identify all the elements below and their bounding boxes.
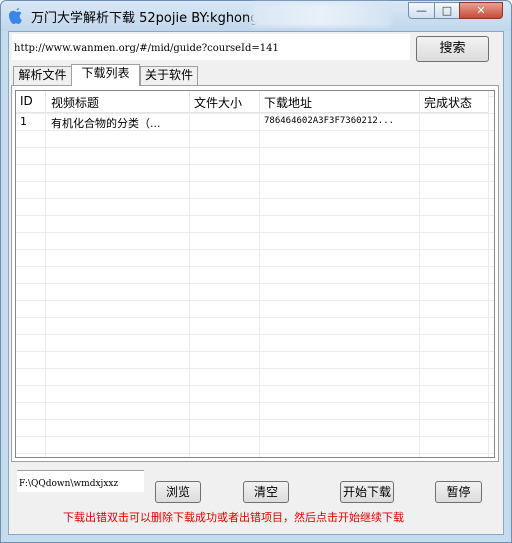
tab-about[interactable]: 关于软件 xyxy=(140,66,198,85)
column-line xyxy=(419,91,420,457)
cell-title: 有机化合物的分类（... xyxy=(51,117,161,130)
title-bar[interactable]: 万门大学解析下载 52pojie BY:kghong — □ ✕ xyxy=(1,1,511,31)
header-divider[interactable] xyxy=(259,91,260,112)
minimize-button[interactable]: — xyxy=(408,2,435,19)
clear-button[interactable]: 清空 xyxy=(243,481,289,503)
cell-id: 1 xyxy=(20,115,27,128)
start-download-button[interactable]: 开始下载 xyxy=(340,481,394,503)
browse-button[interactable]: 浏览 xyxy=(155,481,201,503)
download-list-panel: ID 视频标题 文件大小 下载地址 完成状态 1 有机化合物的分类（... 78… xyxy=(11,85,499,462)
header-divider[interactable] xyxy=(419,91,420,112)
window-title: 万门大学解析下载 52pojie BY:kghong xyxy=(31,11,259,26)
maximize-button[interactable]: □ xyxy=(434,2,460,19)
minimize-icon: — xyxy=(416,4,427,17)
tab-download-list[interactable]: 下载列表 xyxy=(71,64,140,86)
url-input[interactable]: http://www.wanmen.org/#/mid/guide?course… xyxy=(11,33,411,61)
download-listview[interactable]: ID 视频标题 文件大小 下载地址 完成状态 1 有机化合物的分类（... 78… xyxy=(15,90,495,458)
search-button[interactable]: 搜索 xyxy=(416,36,489,62)
close-icon: ✕ xyxy=(476,4,486,17)
column-header-id[interactable]: ID xyxy=(20,94,33,108)
column-header-status[interactable]: 完成状态 xyxy=(424,94,472,111)
save-path-input[interactable]: F:\QQdown\wmdxjxxz xyxy=(17,470,144,492)
hint-text: 下载出错双击可以删除下载成功或者出错项目，然后点击开始继续下载 xyxy=(63,511,404,524)
tab-parse-file[interactable]: 解析文件 xyxy=(13,66,72,85)
header-divider[interactable] xyxy=(189,91,190,112)
close-button[interactable]: ✕ xyxy=(459,2,503,19)
column-line xyxy=(45,91,46,457)
list-header: ID 视频标题 文件大小 下载地址 完成状态 xyxy=(16,91,489,113)
column-line xyxy=(189,91,190,457)
apple-icon xyxy=(9,8,22,24)
maximize-icon: □ xyxy=(441,4,453,17)
cell-url: 786464602A3F3F7360212... xyxy=(264,116,395,126)
client-area: http://www.wanmen.org/#/mid/guide?course… xyxy=(8,31,504,535)
column-header-size[interactable]: 文件大小 xyxy=(194,94,242,111)
column-header-title[interactable]: 视频标题 xyxy=(51,94,99,111)
pause-button[interactable]: 暂停 xyxy=(435,481,482,503)
column-line xyxy=(488,91,489,457)
main-window: 万门大学解析下载 52pojie BY:kghong — □ ✕ http://… xyxy=(0,0,512,543)
table-row[interactable]: 1 有机化合物的分类（... 786464602A3F3F7360212... xyxy=(16,113,488,130)
blurred-region xyxy=(251,3,391,27)
column-line xyxy=(259,91,260,457)
header-divider[interactable] xyxy=(488,91,489,112)
column-header-url[interactable]: 下载地址 xyxy=(264,94,312,111)
header-divider[interactable] xyxy=(45,91,46,112)
